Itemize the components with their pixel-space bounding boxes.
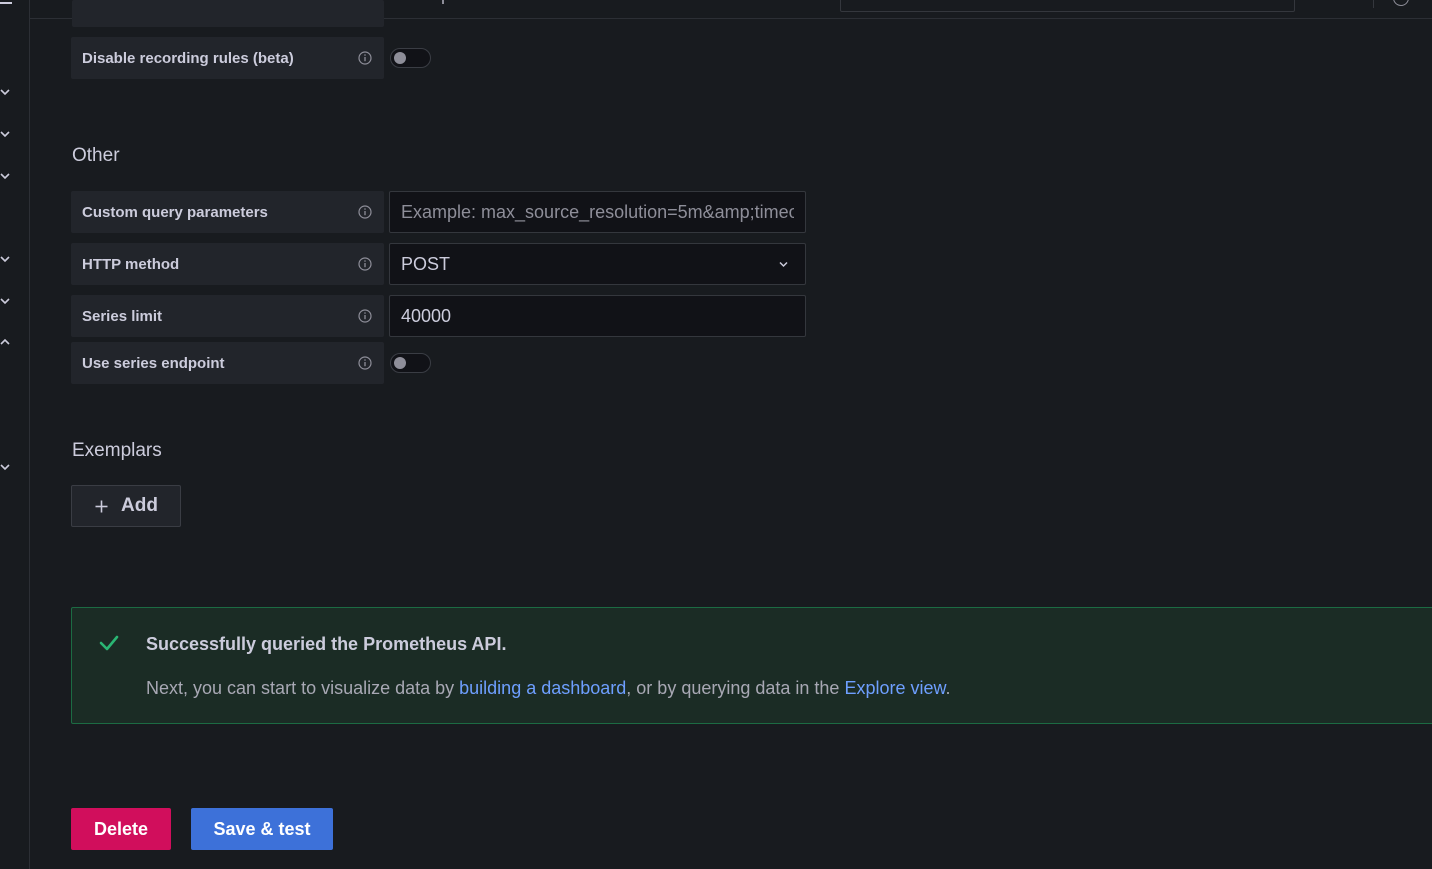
disable-recording-rules-toggle[interactable] [390, 48, 431, 68]
building-dashboard-link[interactable]: building a dashboard [459, 678, 626, 698]
success-alert: Successfully queried the Prometheus API.… [71, 607, 1432, 724]
explore-view-link[interactable]: Explore view [844, 678, 945, 698]
custom-query-parameters-input[interactable] [389, 191, 806, 233]
toggle-knob [394, 52, 406, 64]
chevron-down-icon[interactable] [0, 462, 12, 472]
field-label-text: Use series endpoint [82, 354, 225, 372]
chevron-up-icon[interactable] [0, 337, 12, 347]
toggle-knob [394, 357, 406, 369]
http-method-label: HTTP method [71, 243, 384, 285]
info-icon[interactable] [358, 356, 372, 370]
chevron-down-icon[interactable] [0, 87, 12, 97]
alert-body: Next, you can start to visualize data by… [146, 678, 951, 699]
chevron-down-icon[interactable] [0, 129, 12, 139]
chevron-down-icon[interactable] [0, 171, 12, 181]
save-and-test-button[interactable]: Save & test [191, 808, 333, 850]
info-icon[interactable] [358, 51, 372, 65]
chevron-down-icon[interactable] [0, 296, 12, 306]
alert-body-prefix: Next, you can start to visualize data by [146, 678, 460, 698]
http-method-select[interactable]: POST [389, 243, 806, 285]
field-label-text: Series limit [82, 307, 163, 325]
chevron-down-icon [779, 261, 788, 268]
field-label-text: Disable recording rules (beta) [82, 49, 294, 67]
menu-icon[interactable] [0, 0, 12, 4]
help-icon[interactable] [1393, 0, 1409, 6]
select-value: POST [401, 253, 451, 274]
info-icon[interactable] [358, 257, 372, 271]
info-icon[interactable] [358, 309, 372, 323]
disable-recording-rules-label: Disable recording rules (beta) [71, 37, 384, 79]
alert-title: Successfully queried the Prometheus API. [146, 634, 507, 654]
left-nav-rail [0, 0, 30, 869]
series-limit-label: Series limit [71, 295, 384, 337]
series-limit-input[interactable] [389, 295, 806, 337]
alert-body-middle: , or by querying data in the [626, 678, 845, 698]
delete-button[interactable]: Delete [71, 808, 171, 850]
info-icon[interactable] [358, 205, 372, 219]
divider [1373, 0, 1374, 8]
check-icon [99, 635, 119, 651]
plus-icon [95, 500, 108, 512]
field-label-text: HTTP method [82, 255, 180, 273]
chevron-down-icon[interactable] [0, 254, 12, 264]
add-button-label: Add [121, 495, 158, 516]
breadcrumb-separator [442, 0, 444, 4]
section-title-exemplars: Exemplars [72, 440, 162, 461]
cropped-field-row [72, 0, 384, 27]
add-exemplar-button[interactable]: Add [71, 485, 181, 527]
custom-query-parameters-label: Custom query parameters [71, 191, 384, 233]
use-series-endpoint-toggle[interactable] [390, 353, 431, 373]
section-title-other: Other [72, 145, 120, 166]
field-label-text: Custom query parameters [82, 203, 268, 221]
use-series-endpoint-label: Use series endpoint [71, 342, 384, 384]
alert-body-suffix: . [945, 678, 951, 698]
search-input[interactable] [840, 0, 1295, 12]
